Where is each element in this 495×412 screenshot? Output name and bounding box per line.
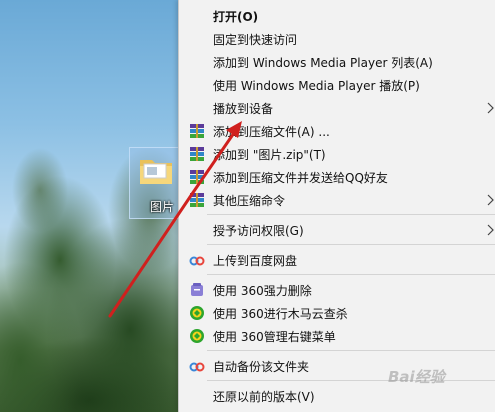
menu-item-other-compress[interactable]: 其他压缩命令	[179, 189, 495, 212]
baidu-netdisk-icon	[189, 256, 205, 266]
winrar-icon	[190, 147, 204, 161]
chevron-right-icon	[487, 194, 494, 206]
winrar-icon	[190, 124, 204, 138]
menu-item-label: 使用 360管理右键菜单	[213, 330, 336, 344]
360-delete-icon	[191, 283, 203, 296]
chevron-right-icon	[487, 224, 494, 236]
folder-icon	[140, 160, 172, 184]
360-scan-icon	[190, 306, 204, 320]
folder-desktop-label: 图片	[150, 200, 175, 214]
folder-desktop-item[interactable]: 图片	[129, 147, 181, 219]
menu-item-label: 使用 360进行木马云查杀	[213, 307, 348, 321]
menu-item-label: 使用 Windows Media Player 播放(P)	[213, 79, 420, 93]
menu-item-auto-backup[interactable]: 自动备份该文件夹	[179, 355, 495, 378]
menu-item-360-force-delete[interactable]: 使用 360强力删除	[179, 279, 495, 302]
menu-item-pin-quick-access[interactable]: 固定到快速访问	[179, 28, 495, 51]
watermark-logo: Bai经验	[388, 368, 445, 386]
menu-item-archive-send-qq[interactable]: 添加到压缩文件并发送给QQ好友	[179, 166, 495, 189]
menu-item-label: 授予访问权限(G)	[213, 224, 304, 238]
360-manage-icon	[190, 329, 204, 343]
menu-item-grant-access[interactable]: 授予访问权限(G)	[179, 219, 495, 242]
chevron-right-icon	[487, 102, 494, 114]
menu-item-label: 还原以前的版本(V)	[213, 390, 315, 404]
menu-item-label: 使用 360强力删除	[213, 284, 312, 298]
winrar-icon	[190, 170, 204, 184]
menu-item-label: 打开(O)	[213, 10, 259, 24]
menu-item-label: 上传到百度网盘	[213, 254, 298, 268]
context-menu: 打开(O) 固定到快速访问 添加到 Windows Media Player 列…	[178, 0, 495, 412]
menu-item-360-trojan-scan[interactable]: 使用 360进行木马云查杀	[179, 302, 495, 325]
menu-item-open[interactable]: 打开(O)	[179, 5, 495, 28]
menu-item-add-to-zip[interactable]: 添加到 "图片.zip"(T)	[179, 143, 495, 166]
menu-item-upload-baidu[interactable]: 上传到百度网盘	[179, 249, 495, 272]
menu-item-add-to-archive[interactable]: 添加到压缩文件(A) ...	[179, 120, 495, 143]
menu-item-restore-previous[interactable]: 还原以前的版本(V)	[179, 385, 495, 408]
menu-item-label: 其他压缩命令	[213, 194, 286, 208]
menu-item-label: 播放到设备	[213, 102, 274, 116]
menu-item-label: 添加到 Windows Media Player 列表(A)	[213, 56, 433, 70]
menu-item-label: 固定到快速访问	[213, 33, 298, 47]
baidu-netdisk-icon	[189, 362, 205, 372]
menu-item-play-wmp[interactable]: 使用 Windows Media Player 播放(P)	[179, 74, 495, 97]
menu-item-cast-to-device[interactable]: 播放到设备	[179, 97, 495, 120]
menu-separator	[207, 380, 495, 381]
menu-separator	[207, 274, 495, 275]
menu-separator	[207, 350, 495, 351]
menu-item-label: 添加到 "图片.zip"(T)	[213, 148, 326, 162]
winrar-icon	[190, 193, 204, 207]
menu-separator	[207, 244, 495, 245]
menu-item-360-manage-menu[interactable]: 使用 360管理右键菜单	[179, 325, 495, 348]
menu-item-label: 自动备份该文件夹	[213, 360, 310, 374]
menu-item-add-wmp-list[interactable]: 添加到 Windows Media Player 列表(A)	[179, 51, 495, 74]
menu-separator	[207, 214, 495, 215]
menu-item-label: 添加到压缩文件(A) ...	[213, 125, 330, 139]
menu-item-label: 添加到压缩文件并发送给QQ好友	[213, 171, 388, 185]
